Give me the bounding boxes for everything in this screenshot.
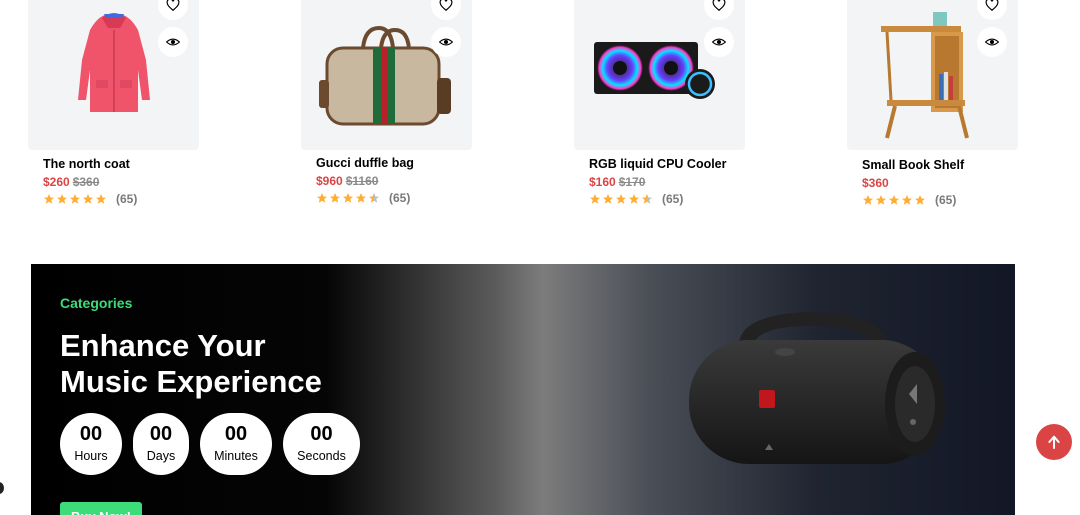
banner-title: Enhance Your Music Experience xyxy=(60,328,380,400)
review-count: (65) xyxy=(935,193,957,207)
star-icon xyxy=(317,193,327,203)
star-icon xyxy=(369,193,379,203)
heart-icon xyxy=(439,0,453,12)
star-icon xyxy=(57,194,67,204)
product-image-area[interactable] xyxy=(28,0,199,150)
timer-value: 00 xyxy=(79,423,103,445)
star-icon xyxy=(330,193,340,203)
timer-label: Hours xyxy=(74,449,108,463)
arrow-up-icon xyxy=(1048,435,1060,449)
buy-now-button[interactable]: Buy Now! xyxy=(60,502,142,515)
quick-view-button[interactable] xyxy=(158,27,188,57)
old-price: $1160 xyxy=(345,174,379,188)
music-promo-banner: Categories Enhance Your Music Experience… xyxy=(31,264,1015,515)
eye-icon xyxy=(439,38,453,46)
star-icon xyxy=(590,194,600,204)
eye-icon xyxy=(712,38,726,46)
book-shelf-image xyxy=(881,12,969,139)
product-name[interactable]: RGB liquid CPU Cooler xyxy=(589,157,727,171)
eye-icon xyxy=(166,38,180,46)
cpu-cooler-image xyxy=(594,42,715,99)
review-count: (65) xyxy=(662,192,684,206)
product-rating: (65) xyxy=(862,193,956,207)
product-card-north-coat[interactable]: The north coat $260 $360 (65) xyxy=(28,0,200,206)
product-image-area[interactable] xyxy=(301,0,472,150)
star-icon xyxy=(70,194,80,204)
product-name[interactable]: Gucci duffle bag xyxy=(316,156,414,170)
product-card-cpu-cooler[interactable]: RGB liquid CPU Cooler $160 $170 (65) xyxy=(574,0,746,206)
star-icon xyxy=(863,195,873,205)
product-card-book-shelf[interactable]: Small Book Shelf $360 (65) xyxy=(847,0,1019,207)
star-icon xyxy=(642,194,652,204)
current-price: $160 xyxy=(589,175,616,189)
timer-value: 00 xyxy=(224,423,248,445)
star-icon xyxy=(629,194,639,204)
product-rating: (65) xyxy=(316,191,410,205)
product-price: $160 $170 xyxy=(589,175,645,189)
star-icon xyxy=(44,194,54,204)
star-icon xyxy=(96,194,106,204)
star-icon xyxy=(83,194,93,204)
star-icon xyxy=(876,195,886,205)
eye-icon xyxy=(985,38,999,46)
product-image-area[interactable] xyxy=(847,0,1018,150)
gucci-bag-image xyxy=(319,25,451,126)
north-coat-image xyxy=(78,13,150,112)
product-rating: (65) xyxy=(589,192,683,206)
star-icon xyxy=(603,194,613,204)
chat-widget-edge[interactable] xyxy=(0,482,4,494)
product-rating: (65) xyxy=(43,192,137,206)
product-card-gucci-bag[interactable]: Gucci duffle bag $960 $1160 (65) xyxy=(301,0,473,205)
timer-value: 00 xyxy=(310,423,333,445)
quick-view-button[interactable] xyxy=(431,27,461,57)
timer-hours: 00 Hours xyxy=(60,413,122,475)
product-name[interactable]: The north coat xyxy=(43,157,130,171)
product-image-area[interactable] xyxy=(574,0,745,150)
star-icon xyxy=(356,193,366,203)
quick-view-button[interactable] xyxy=(977,27,1007,57)
timer-seconds: 00 Seconds xyxy=(283,413,360,475)
star-icon xyxy=(616,194,626,204)
product-name[interactable]: Small Book Shelf xyxy=(862,158,964,172)
timer-label: Seconds xyxy=(297,449,346,463)
product-price: $260 $360 xyxy=(43,175,99,189)
star-icon xyxy=(902,195,912,205)
banner-title-line-2: Music Experience xyxy=(60,364,322,399)
review-count: (65) xyxy=(116,192,138,206)
timer-value: 00 xyxy=(149,423,173,445)
product-price: $360 xyxy=(862,176,892,190)
heart-icon xyxy=(166,0,180,12)
timer-minutes: 00 Minutes xyxy=(200,413,272,475)
star-icon xyxy=(889,195,899,205)
speaker-image xyxy=(689,312,945,464)
timer-label: Minutes xyxy=(214,449,258,463)
scroll-to-top-button[interactable] xyxy=(1036,424,1072,460)
heart-icon xyxy=(985,0,999,12)
old-price: $170 xyxy=(618,175,646,189)
star-icon xyxy=(915,195,925,205)
timer-days: 00 Days xyxy=(133,413,189,475)
old-price: $360 xyxy=(72,175,100,189)
current-price: $260 xyxy=(43,175,70,189)
quick-view-button[interactable] xyxy=(704,27,734,57)
current-price: $960 xyxy=(316,174,343,188)
heart-icon xyxy=(712,0,726,12)
banner-category: Categories xyxy=(60,295,133,311)
timer-label: Days xyxy=(146,449,176,463)
current-price: $360 xyxy=(862,176,889,190)
review-count: (65) xyxy=(389,191,411,205)
banner-title-line-1: Enhance Your xyxy=(60,328,266,363)
star-icon xyxy=(343,193,353,203)
product-price: $960 $1160 xyxy=(316,174,378,188)
